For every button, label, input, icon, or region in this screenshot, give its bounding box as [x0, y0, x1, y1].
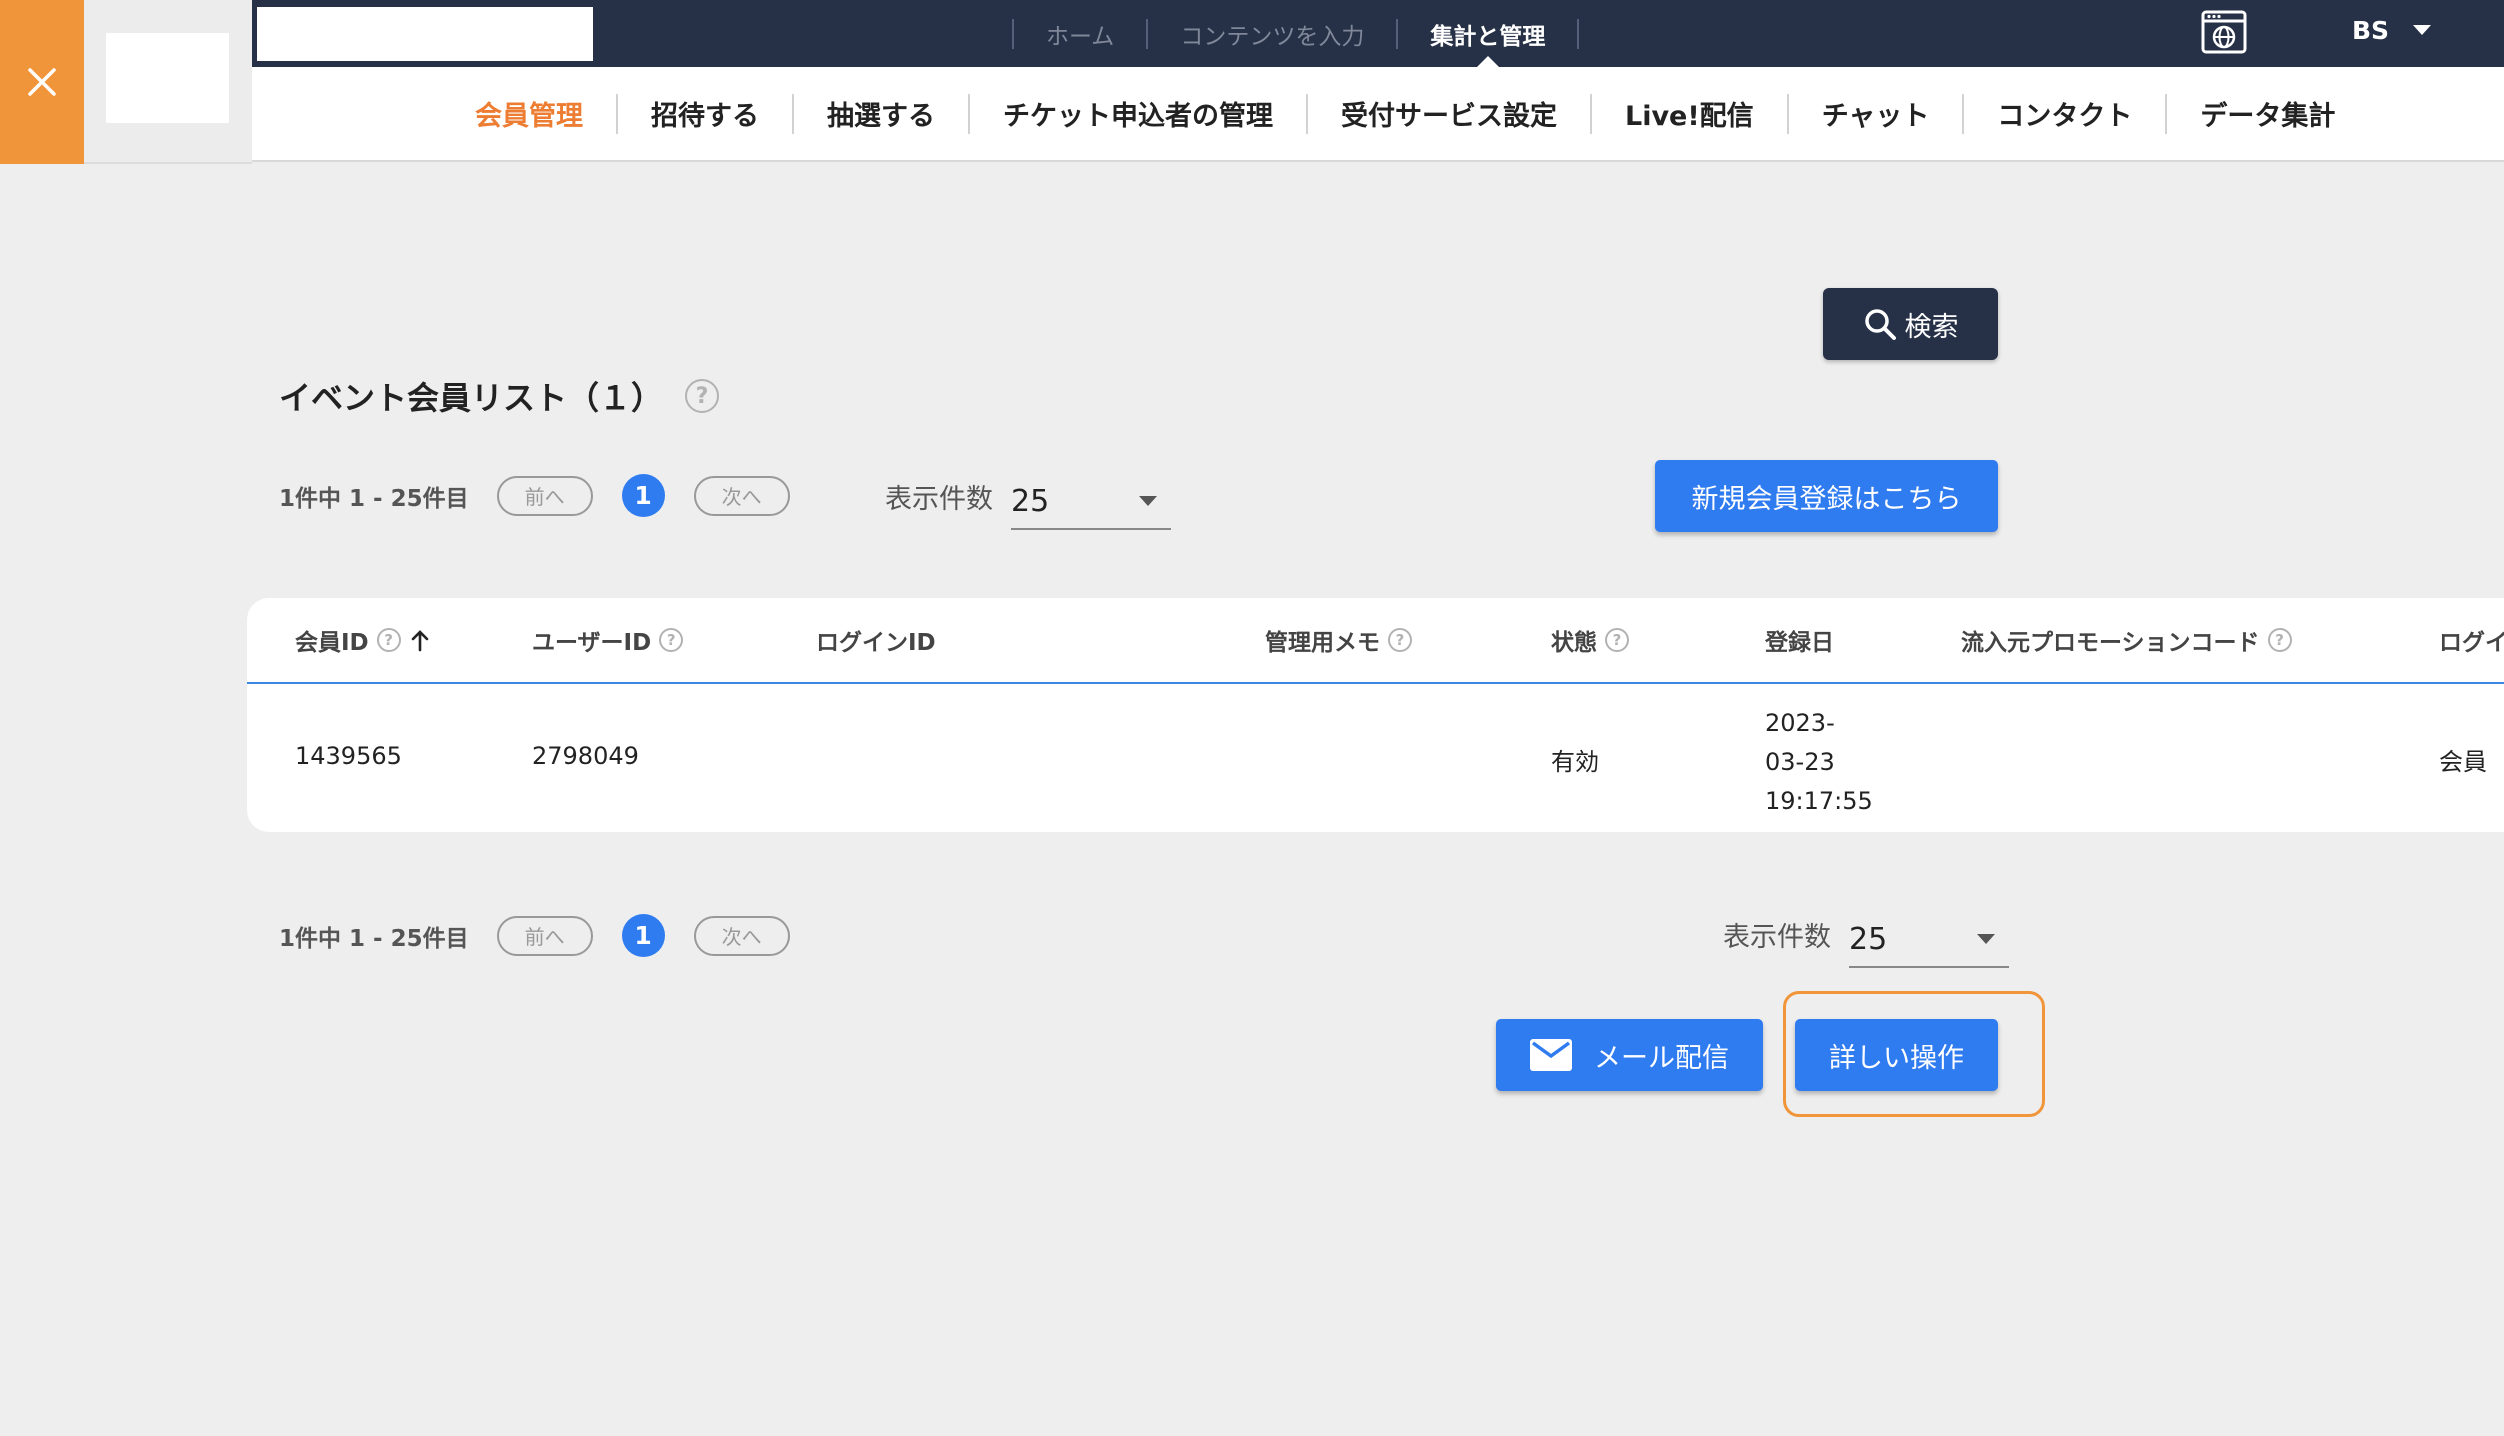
search-icon: [1864, 309, 1896, 340]
detailed-actions-button[interactable]: 詳しい操作: [1795, 1019, 1998, 1091]
page-title: イベント会員リスト（１） ?: [279, 373, 720, 419]
sort-ascending-icon[interactable]: [409, 628, 431, 652]
per-page-bottom: 表示件数 25: [1723, 912, 2009, 968]
column-header-admin-memo[interactable]: 管理用メモ ?: [1265, 598, 1412, 682]
nav-home[interactable]: ホーム: [1014, 0, 1146, 67]
chevron-down-icon: [2413, 25, 2432, 35]
cell-member-id: 1439565: [295, 742, 402, 770]
nav-divider: [1577, 18, 1580, 49]
page-number-current[interactable]: 1: [621, 474, 665, 517]
nav-content-input[interactable]: コンテンツを入力: [1148, 0, 1396, 67]
per-page-label: 表示件数: [885, 484, 993, 515]
mail-icon: [1530, 1039, 1572, 1071]
logo-placeholder: [106, 33, 229, 123]
cell-status: 有効: [1551, 748, 1599, 776]
tab-ticket-applicants[interactable]: チケット申込者の管理: [970, 94, 1306, 133]
list-title-text: イベント会員リスト（１）: [279, 379, 664, 417]
tab-invite[interactable]: 招待する: [618, 94, 792, 133]
top-nav: ホーム コンテンツを入力 集計と管理: [1012, 0, 1580, 67]
user-initials: BS: [2352, 15, 2390, 45]
help-icon[interactable]: ?: [685, 379, 720, 413]
pagination-top: 1件中 1 - 25件目 前へ 1 次へ: [279, 474, 790, 517]
help-icon[interactable]: ?: [376, 628, 401, 652]
nav-aggregate-manage[interactable]: 集計と管理: [1398, 0, 1577, 67]
pagination-bottom: 1件中 1 - 25件目 前へ 1 次へ: [279, 914, 790, 957]
per-page-value: 25: [1849, 921, 1888, 957]
mail-send-label: メール配信: [1594, 1042, 1729, 1074]
cell-user-id: 2798049: [532, 742, 639, 770]
mail-send-button[interactable]: メール配信: [1496, 1019, 1763, 1091]
table-header: 会員ID ? ユーザーID ? ログインID 管理用メモ ? 状態 ? 登録日 …: [247, 598, 2504, 684]
help-icon[interactable]: ?: [1605, 628, 1629, 652]
dropdown-arrow-icon: [1139, 496, 1157, 506]
result-count: 1件中 1 - 25件目: [279, 485, 469, 512]
browser-globe-icon[interactable]: [2200, 9, 2248, 55]
close-icon: [28, 68, 56, 96]
new-member-register-button[interactable]: 新規会員登録はこちら: [1655, 460, 1998, 532]
search-button-label: 検索: [1904, 311, 1959, 343]
per-page-top: 表示件数 25: [885, 474, 1171, 530]
column-header-status[interactable]: 状態 ?: [1551, 598, 1629, 682]
page-number-current[interactable]: 1: [621, 914, 665, 957]
result-count: 1件中 1 - 25件目: [279, 925, 469, 952]
per-page-label: 表示件数: [1723, 922, 1831, 953]
per-page-value: 25: [1011, 483, 1050, 519]
column-header-user-id[interactable]: ユーザーID ?: [532, 598, 684, 682]
cell-registered-date: 2023- 03-23 19:17:55: [1765, 709, 1873, 815]
column-header-promo-code[interactable]: 流入元プロモーションコード ?: [1961, 598, 2292, 682]
logo-area: [84, 0, 252, 164]
next-page-button[interactable]: 次へ: [693, 475, 790, 516]
user-menu[interactable]: BS: [2352, 0, 2432, 60]
column-header-registered-date[interactable]: 登録日: [1765, 598, 1834, 682]
member-table: 会員ID ? ユーザーID ? ログインID 管理用メモ ? 状態 ? 登録日 …: [247, 598, 2504, 832]
top-bar: ホーム コンテンツを入力 集計と管理 BS: [252, 0, 2504, 67]
prev-page-button[interactable]: 前へ: [496, 475, 593, 516]
sub-nav: 会員管理 招待する 抽選する チケット申込者の管理 受付サービス設定 Live!…: [252, 67, 2504, 162]
help-icon[interactable]: ?: [2267, 628, 2292, 652]
column-header-login-id[interactable]: ログインID: [816, 598, 936, 682]
register-button-label: 新規会員登録はこちら: [1691, 483, 1962, 515]
dropdown-arrow-icon: [1977, 934, 1995, 944]
tab-lottery[interactable]: 抽選する: [794, 94, 968, 133]
cell-login: 会員: [2439, 748, 2487, 776]
tab-chat[interactable]: チャット: [1789, 94, 1963, 133]
top-search-input[interactable]: [257, 7, 593, 61]
search-button[interactable]: 検索: [1823, 288, 1998, 360]
help-icon[interactable]: ?: [659, 628, 684, 652]
per-page-select[interactable]: 25: [1011, 474, 1171, 530]
per-page-select[interactable]: 25: [1849, 912, 2009, 968]
column-header-member-id[interactable]: 会員ID ?: [295, 598, 431, 682]
close-panel-button[interactable]: [0, 0, 84, 164]
column-header-login[interactable]: ログイ: [2439, 598, 2504, 682]
tab-reception-settings[interactable]: 受付サービス設定: [1308, 94, 1590, 133]
tab-member-management[interactable]: 会員管理: [442, 94, 616, 133]
tab-data-aggregation[interactable]: データ集計: [2167, 94, 2368, 133]
detailed-actions-label: 詳しい操作: [1829, 1042, 1964, 1074]
help-icon[interactable]: ?: [1388, 628, 1412, 652]
tab-contact[interactable]: コンタクト: [1964, 94, 2165, 133]
prev-page-button[interactable]: 前へ: [496, 915, 593, 956]
next-page-button[interactable]: 次へ: [693, 915, 790, 956]
tab-live-streaming[interactable]: Live!配信: [1592, 94, 1787, 133]
